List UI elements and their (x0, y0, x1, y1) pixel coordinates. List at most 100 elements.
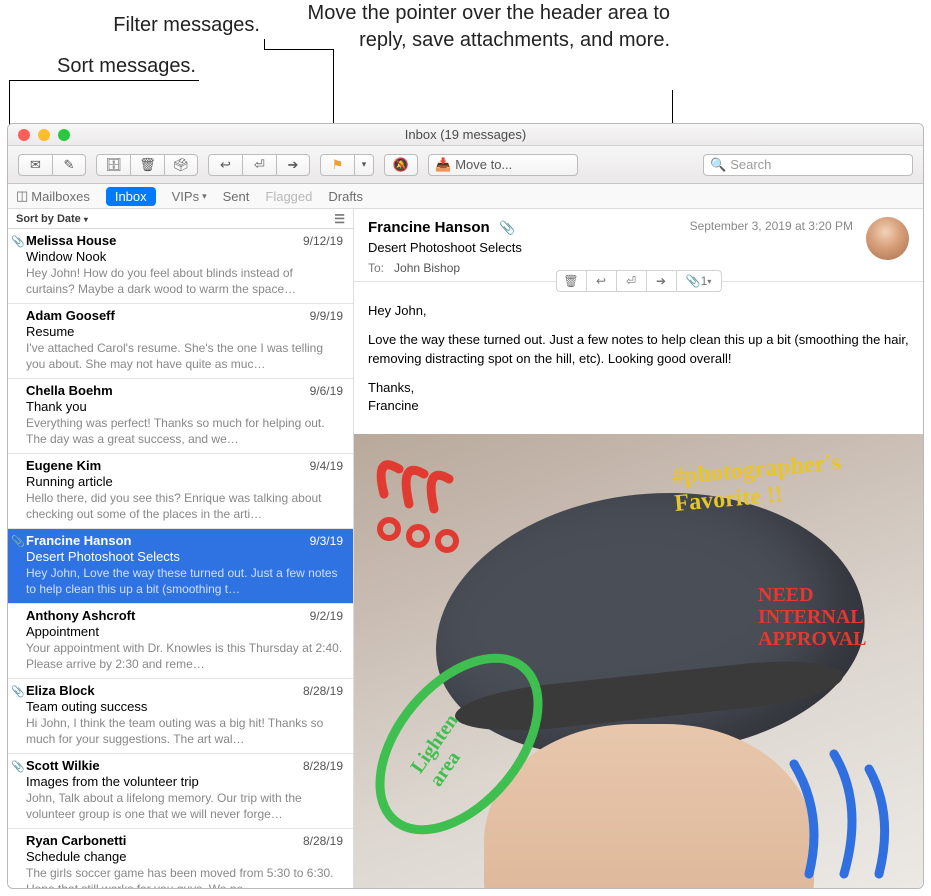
chevron-down-icon: ▾ (202, 191, 207, 202)
reply-button[interactable]: ↩ (208, 154, 242, 176)
body-text: Hey John, (368, 302, 909, 321)
message-sender: Eliza Block (26, 683, 343, 698)
message-sender: Eugene Kim (26, 458, 343, 473)
message-item[interactable]: Anthony Ashcroft9/2/19AppointmentYour ap… (8, 604, 353, 679)
message-preview: Everything was perfect! Thanks so much f… (26, 415, 343, 447)
message-subject: Images from the volunteer trip (26, 774, 343, 789)
paperclip-icon: 📎 (686, 274, 701, 288)
message-item[interactable]: 📎Scott Wilkie8/28/19Images from the volu… (8, 754, 353, 829)
reply-all-button[interactable]: ⏎ (242, 154, 276, 176)
message-date: 8/28/19 (303, 834, 343, 848)
body-text: Thanks,Francine (368, 379, 909, 417)
message-subject: Schedule change (26, 849, 343, 864)
header-forward-button[interactable]: ➔ (647, 271, 677, 291)
paperclip-icon: 📎 (499, 220, 515, 235)
envelope-icon: ✉ (30, 157, 41, 173)
message-date: 9/4/19 (310, 459, 343, 473)
message-sender: Adam Gooseff (26, 308, 343, 323)
message-date: September 3, 2019 at 3:20 PM (690, 219, 853, 233)
message-preview: Hey John, Love the way these turned out.… (26, 565, 343, 597)
attachment-count: 1 (701, 274, 708, 288)
favorites-flagged[interactable]: Flagged (265, 189, 312, 204)
search-placeholder: Search (730, 157, 771, 172)
header-action-bar: 🗑 ↩ ⏎ ➔ 📎 1 ▾ (556, 270, 722, 292)
to-label: To: (368, 261, 384, 275)
forward-icon: ➔ (288, 157, 299, 173)
callout-line (264, 49, 334, 50)
message-item[interactable]: Eugene Kim9/4/19Running articleHello the… (8, 454, 353, 529)
reply-icon: ↩ (220, 157, 231, 173)
message-item[interactable]: 📎Melissa House9/12/19Window NookHey John… (8, 229, 353, 304)
favorites-vips[interactable]: VIPs▾ (172, 189, 207, 204)
archive-button[interactable]: 🗄 (96, 154, 130, 176)
archive-icon: 🗄 (105, 157, 122, 173)
message-sender: Melissa House (26, 233, 343, 248)
header-attachments-button[interactable]: 📎 1 ▾ (677, 271, 721, 291)
sort-bar: Sort by Date ▾ ☰ (8, 209, 353, 229)
message-date: 9/9/19 (310, 309, 343, 323)
message-from: Francine Hanson (368, 219, 490, 236)
sort-button[interactable]: Sort by Date ▾ (16, 213, 88, 225)
message-date: 9/6/19 (310, 384, 343, 398)
message-list[interactable]: 📎Melissa House9/12/19Window NookHey John… (8, 229, 353, 888)
message-subject: Appointment (26, 624, 343, 639)
message-preview: John, Talk about a lifelong memory. Our … (26, 790, 343, 822)
sign-line: Francine (368, 398, 419, 413)
message-sender: Scott Wilkie (26, 758, 343, 773)
flag-button[interactable]: ⚑ (320, 154, 354, 176)
message-sender: Ryan Carbonetti (26, 833, 343, 848)
annotation-approval: NEED INTERNAL APPROVAL (758, 584, 908, 650)
toolbar: ✉ ✎ 🗄 🗑 🗳 ↩ ⏎ ➔ ⚑ ▾ 🔕 📥 Move to... (8, 146, 923, 184)
message-sender: Chella Boehm (26, 383, 343, 398)
reply-all-icon: ⏎ (254, 157, 265, 173)
mute-button[interactable]: 🔕 (384, 154, 418, 176)
message-preview: Hi John, I think the team outing was a b… (26, 715, 343, 747)
message-sender: Francine Hanson (26, 533, 343, 548)
search-input[interactable]: 🔍 Search (703, 154, 913, 176)
attachment-image[interactable]: #photographer's Favorite !! NEED INTERNA… (354, 434, 923, 888)
favorites-sent[interactable]: Sent (223, 189, 250, 204)
search-icon: 🔍 (710, 157, 726, 173)
message-item[interactable]: 📎Francine Hanson9/3/19Desert Photoshoot … (8, 529, 353, 604)
trash-icon: 🗑 (563, 274, 578, 288)
message-subject: Running article (26, 474, 343, 489)
message-item[interactable]: Chella Boehm9/6/19Thank youEverything wa… (8, 379, 353, 454)
message-preview: Hello there, did you see this? Enrique w… (26, 490, 343, 522)
callout-line (9, 80, 199, 81)
content-area: Sort by Date ▾ ☰ 📎Melissa House9/12/19Wi… (8, 209, 923, 888)
header-delete-button[interactable]: 🗑 (557, 271, 587, 291)
filter-button[interactable]: ☰ (334, 212, 345, 226)
header-reply-all-button[interactable]: ⏎ (617, 271, 647, 291)
vips-label: VIPs (172, 189, 199, 204)
message-item[interactable]: Ryan Carbonetti8/28/19Schedule changeThe… (8, 829, 353, 888)
mail-window: Inbox (19 messages) ✉ ✎ 🗄 🗑 🗳 ↩ ⏎ ➔ ⚑ ▾ … (7, 123, 924, 889)
chevron-down-icon: ▾ (707, 277, 711, 286)
message-date: 8/28/19 (303, 759, 343, 773)
compose-button[interactable]: ✎ (52, 154, 86, 176)
favorites-drafts[interactable]: Drafts (328, 189, 363, 204)
delete-button[interactable]: 🗑 (130, 154, 164, 176)
filter-icon: ☰ (334, 212, 345, 226)
flag-menu-button[interactable]: ▾ (354, 154, 374, 176)
chevron-down-icon: ▾ (362, 159, 367, 170)
favorites-inbox[interactable]: Inbox (106, 187, 156, 206)
message-preview: Hey John! How do you feel about blinds i… (26, 265, 343, 297)
message-header[interactable]: Francine Hanson 📎 Desert Photoshoot Sele… (354, 209, 923, 282)
forward-button[interactable]: ➔ (276, 154, 310, 176)
header-reply-button[interactable]: ↩ (587, 271, 617, 291)
move-to-button[interactable]: 📥 Move to... (428, 154, 578, 176)
get-mail-button[interactable]: ✉ (18, 154, 52, 176)
paperclip-icon: 📎 (11, 235, 25, 248)
message-preview: The girls soccer game has been moved fro… (26, 865, 343, 888)
mailboxes-toggle[interactable]: ◫ Mailboxes (16, 188, 90, 204)
message-item[interactable]: Adam Gooseff9/9/19ResumeI've attached Ca… (8, 304, 353, 379)
folder-move-icon: 📥 (435, 157, 451, 173)
message-list-pane: Sort by Date ▾ ☰ 📎Melissa House9/12/19Wi… (8, 209, 354, 888)
flag-icon: ⚑ (332, 157, 344, 173)
favorites-bar: ◫ Mailboxes Inbox VIPs▾ Sent Flagged Dra… (8, 184, 923, 209)
body-text: Love the way these turned out. Just a fe… (368, 331, 909, 369)
message-item[interactable]: 📎Eliza Block8/28/19Team outing successHi… (8, 679, 353, 754)
callout-sort: Sort messages. (0, 53, 196, 80)
junk-button[interactable]: 🗳 (164, 154, 198, 176)
message-date: 8/28/19 (303, 684, 343, 698)
